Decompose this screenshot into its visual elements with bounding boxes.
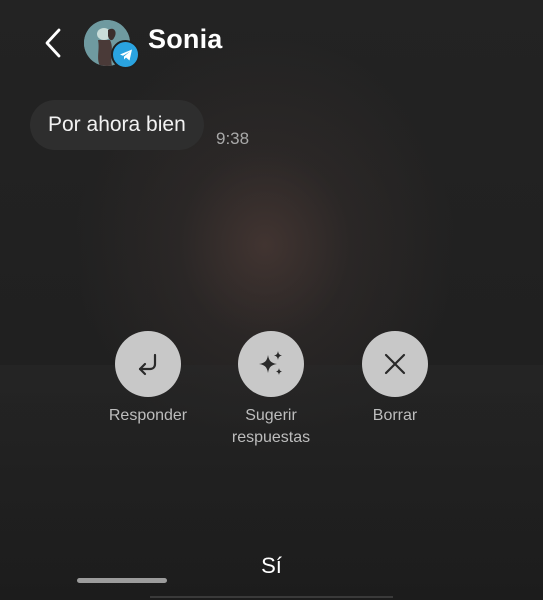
reply-action[interactable]: Responder [78,331,218,427]
close-icon [384,353,406,375]
contact-name: Sonia [148,24,223,54]
message-text: Por ahora bien [48,113,186,136]
suggest-replies-button[interactable] [238,331,304,397]
clear-button[interactable] [362,331,428,397]
notification-reply-screen: Sonia Por ahora bien 9:38 Responder Suge… [0,0,543,600]
sparkles-icon [259,351,282,375]
clear-label: Borrar [372,407,418,424]
bottom-divider [150,596,393,598]
message-time: 9:38 [216,129,250,148]
suggested-reply[interactable]: Sí [0,553,543,579]
reply-label: Responder [108,407,188,424]
back-button[interactable] [36,24,70,62]
reply-arrow-icon [138,353,157,376]
telegram-icon [119,49,132,60]
suggest-replies-label: Sugerir respuestas [231,407,311,446]
suggest-replies-action[interactable]: Sugerir respuestas [201,331,341,449]
telegram-badge [111,40,140,69]
reply-button[interactable] [115,331,181,397]
message-bubble: Por ahora bien [30,100,204,150]
chevron-left-icon [45,28,61,58]
clear-action[interactable]: Borrar [325,331,465,427]
home-indicator[interactable] [77,578,167,583]
